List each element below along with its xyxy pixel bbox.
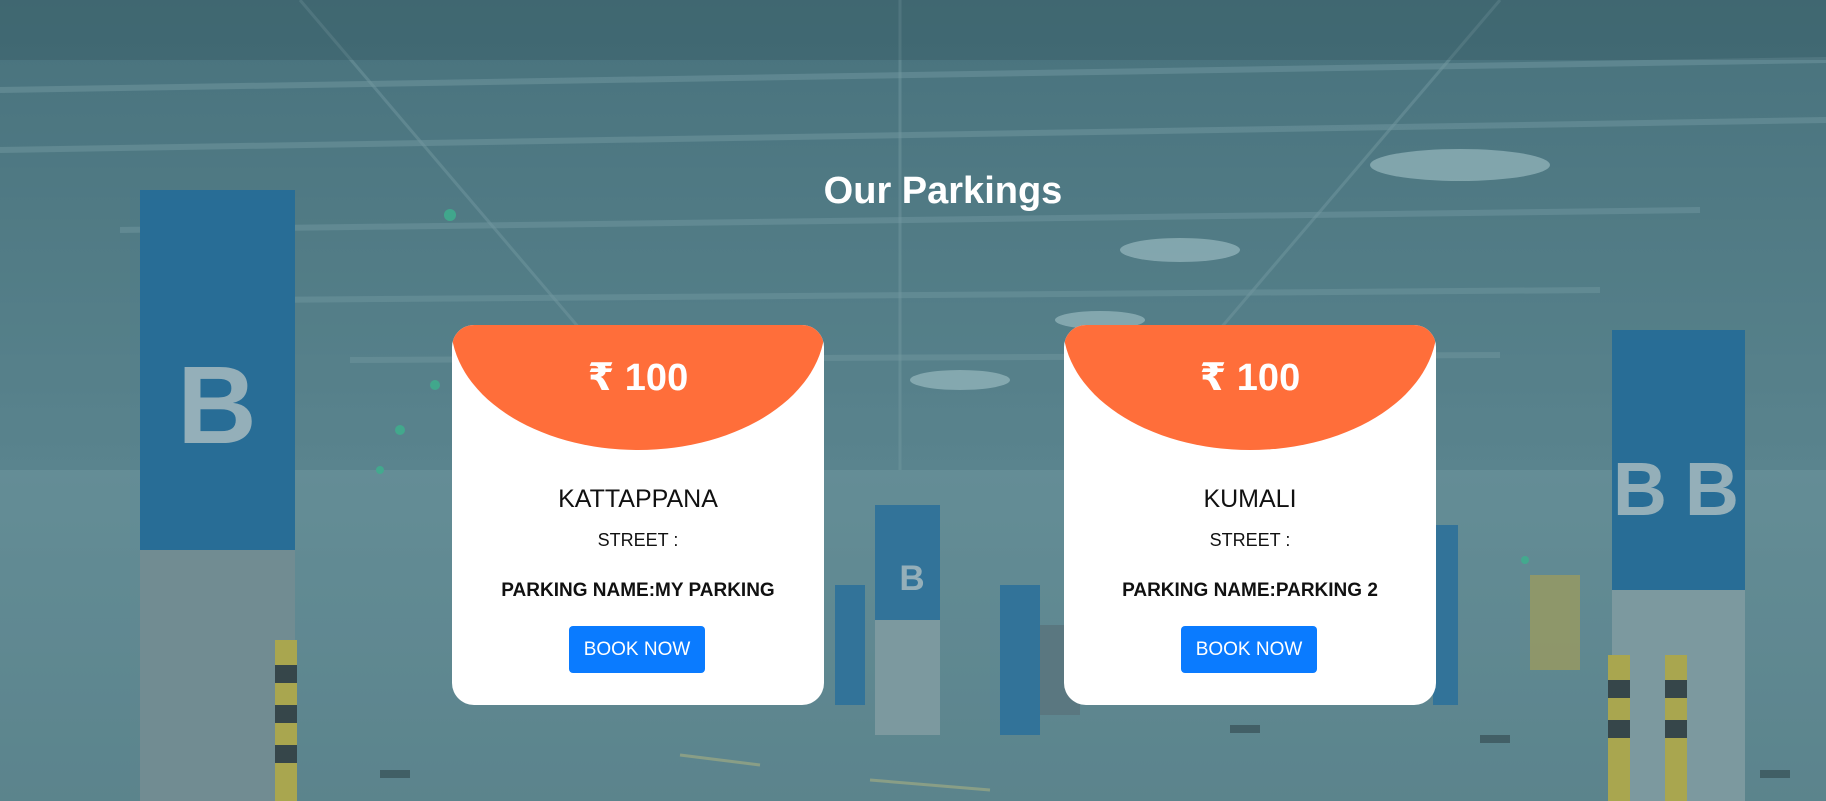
parking-card: ₹ 100 KUMALI STREET : PARKING NAME:PARKI… xyxy=(1064,325,1436,705)
header-strip xyxy=(0,0,1826,60)
price-label: ₹ 100 xyxy=(1199,357,1301,399)
city-name: KATTAPPANA xyxy=(558,485,718,513)
parking-garage-background: B B B B xyxy=(0,0,1826,801)
parking-card: ₹ 100 KATTAPPANA STREET : PARKING NAME:M… xyxy=(452,325,824,705)
parkings-page: B B B B Our Parkings ₹ 100 KATTAPPANA ST… xyxy=(0,0,1826,801)
street-label: STREET : xyxy=(597,530,679,550)
book-now-button[interactable]: BOOK NOW xyxy=(1181,626,1317,673)
price-label: ₹ 100 xyxy=(587,357,689,399)
page-title: Our Parkings xyxy=(823,170,1063,212)
parking-name: PARKING NAME:PARKING 2 xyxy=(1122,580,1378,601)
book-now-button[interactable]: BOOK NOW xyxy=(569,626,705,673)
street-label: STREET : xyxy=(1209,530,1291,550)
city-name: KUMALI xyxy=(1203,485,1297,513)
parking-name: PARKING NAME:MY PARKING xyxy=(501,580,775,601)
